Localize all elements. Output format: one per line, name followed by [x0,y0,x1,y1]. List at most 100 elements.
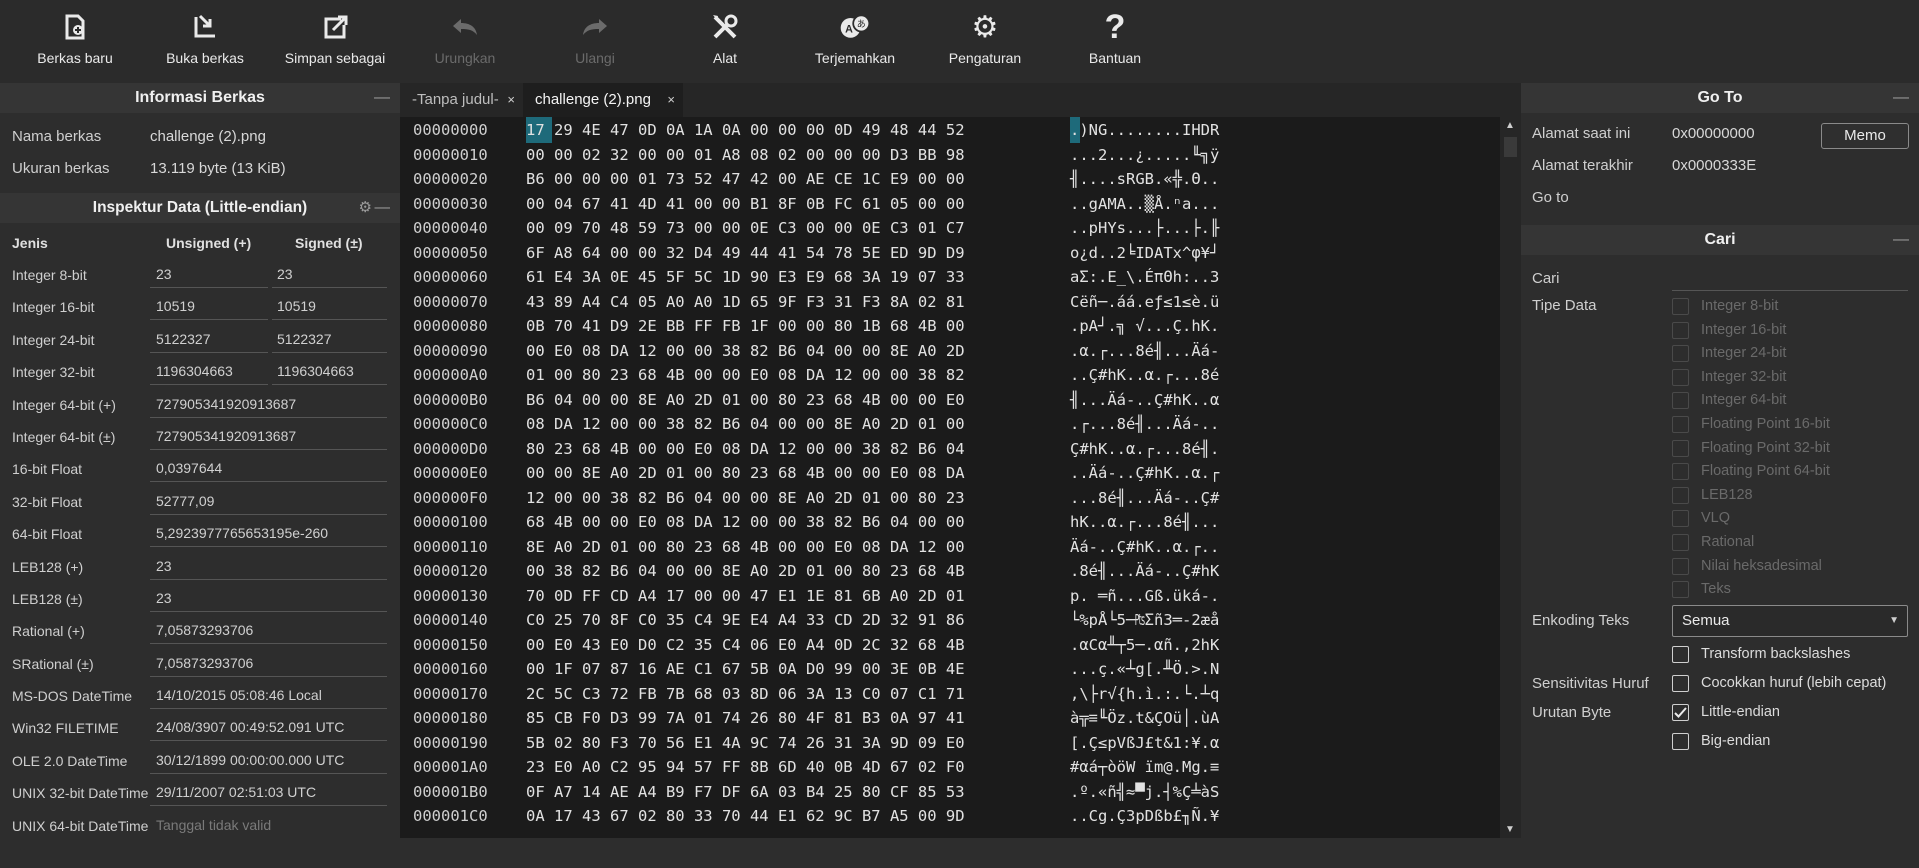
inspector-value[interactable]: 14/10/2015 05:08:46 Local [150,682,387,710]
hex-ascii[interactable]: .pA┘.╗ √...Ç.hK. [1070,313,1219,339]
hex-ascii[interactable]: .)NG........IHDR [1070,117,1219,143]
hex-bytes[interactable]: 00 E0 43 E0 D0 C2 35 C4 06 E0 A4 0D 2C 3… [526,632,965,658]
data-type-checkbox[interactable] [1672,533,1689,551]
collapse-icon[interactable]: — [374,83,390,113]
inspector-value[interactable]: 727905341920913687 [150,391,387,418]
hex-bytes[interactable]: B6 00 00 00 01 73 52 47 42 00 AE CE 1C E… [526,166,965,192]
data-type-checkbox[interactable] [1672,510,1689,528]
hex-ascii[interactable]: aΣ:.E_\.ÉπΘh:..3 [1070,264,1219,290]
vertical-scrollbar[interactable]: ▲ ▼ [1500,117,1521,838]
collapse-icon[interactable]: — [375,193,391,223]
hex-bytes[interactable]: 43 89 A4 C4 05 A0 A0 1D 65 9F F3 31 F3 8… [526,289,965,315]
hex-ascii[interactable]: #αá┬òöW ïm@.Mg.≡ [1070,754,1219,780]
hex-bytes[interactable]: 2C 5C C3 72 FB 7B 68 03 8D 06 3A 13 C0 0… [526,681,965,707]
hex-ascii[interactable]: ..gAMA..▒Å.ⁿa... [1070,191,1219,217]
data-type-checkbox[interactable] [1672,368,1689,386]
hex-ascii[interactable]: ...ç.«┴g[.╨Ö.>.N [1070,656,1219,682]
inspector-value[interactable]: Tanggal tidak valid [150,812,387,838]
redo-button[interactable]: Ulangi [550,0,640,83]
hex-ascii[interactable]: ..Ç#hK..α.┌...8é [1070,362,1219,388]
transform-checkbox[interactable] [1672,645,1689,663]
gear-icon[interactable]: ⚙ [359,193,372,223]
hex-ascii[interactable]: ,\├r√{h.ì.:.└.┴q [1070,681,1219,707]
hex-ascii[interactable]: Ç#hK..α.┌...8é╢. [1070,436,1219,462]
hex-ascii[interactable]: ╢...Äá-..Ç#hK..α [1070,387,1219,413]
hex-ascii[interactable]: └%pÅ└5─₧Σñ3═-2æå [1070,607,1219,633]
case-checkbox[interactable] [1672,674,1689,692]
tab-challenge[interactable]: challenge (2).png × [523,83,683,117]
hex-bytes[interactable]: B6 04 00 00 8E A0 2D 01 00 80 23 68 4B 0… [526,387,965,413]
new-file-button[interactable]: Berkas baru [30,0,120,83]
inspector-value[interactable]: 5,2923977765653195e-260 [150,520,387,548]
hex-ascii[interactable]: Äá-..Ç#hK..α.┌.. [1070,534,1219,560]
hex-bytes[interactable]: 01 00 80 23 68 4B 00 00 E0 08 DA 12 00 0… [526,362,965,388]
hex-ascii[interactable]: ..pHYs...├...├.╟ [1070,215,1219,241]
inspector-value[interactable]: 29/11/2007 02:51:03 UTC [150,779,387,807]
unsigned-value[interactable]: 1196304663 [150,358,268,386]
inspector-value[interactable]: 23 [150,585,387,612]
collapse-icon[interactable]: — [1893,225,1909,255]
hex-bytes[interactable]: 00 1F 07 87 16 AE C1 67 5B 0A D0 99 00 3… [526,656,965,682]
data-type-checkbox[interactable] [1672,439,1689,457]
hex-ascii[interactable]: ╢....sRGB.«╬.Θ.. [1070,166,1219,192]
inspector-value[interactable]: 24/08/3907 00:49:52.091 UTC [150,714,387,742]
inspector-value[interactable]: 7,05873293706 [150,650,387,677]
inspector-value[interactable]: 30/12/1899 00:00:00.000 UTC [150,747,387,774]
scroll-up-icon[interactable]: ▲ [1505,120,1515,131]
hex-bytes[interactable]: 0F A7 14 AE A4 B9 F7 DF 6A 03 B4 25 80 C… [526,779,965,805]
search-input[interactable] [1672,290,1908,291]
hex-ascii[interactable]: p. ═ñ...Gß.üká-. [1070,583,1219,609]
hex-ascii[interactable]: o¿d..2╘IDATx^φ¥┘ [1070,240,1219,266]
data-type-checkbox[interactable] [1672,557,1689,575]
save-as-button[interactable]: Simpan sebagai [283,0,387,83]
inspector-value[interactable]: 23 [150,553,387,580]
hex-bytes[interactable]: 00 E0 08 DA 12 00 00 38 82 B6 04 00 00 8… [526,338,965,364]
settings-button[interactable]: ⚙ Pengaturan [940,0,1030,83]
data-type-checkbox[interactable] [1672,392,1689,410]
hex-editor[interactable]: 00000000 17 29 4E 47 0D 0A 1A 0A 00 00 00… [400,117,1500,838]
hex-ascii[interactable]: .┌...8é╢...Äá-.. [1070,411,1219,437]
open-file-button[interactable]: Buka berkas [160,0,250,83]
hex-bytes[interactable]: 61 E4 3A 0E 45 5F 5C 1D 90 E3 E9 68 3A 1… [526,264,965,290]
inspector-value[interactable]: 0,0397644 [150,455,387,483]
little-endian-checkbox[interactable] [1672,703,1689,721]
hex-bytes[interactable]: 12 00 00 38 82 B6 04 00 00 8E A0 2D 01 0… [526,485,965,511]
hex-ascii[interactable]: .º.«ñ╣≈▀j.┤%Ç╧àS [1070,779,1219,805]
hex-bytes[interactable]: 23 E0 A0 C2 95 94 57 FF 8B 6D 40 0B 4D 6… [526,754,965,780]
unsigned-value[interactable]: 10519 [150,293,268,321]
encoding-select[interactable]: Semua ▼ [1672,604,1908,637]
signed-value[interactable]: 1196304663 [272,358,387,386]
hex-ascii[interactable]: .αCα╨┬5─.αñ.,2hK [1070,632,1219,658]
data-type-checkbox[interactable] [1672,298,1689,315]
hex-bytes[interactable]: C0 25 70 8F C0 35 C4 9E E4 A4 33 CD 2D 3… [526,607,965,633]
hex-ascii[interactable]: ...8é╢...Äá-..Ç# [1070,485,1219,511]
memo-button[interactable]: Memo [1821,123,1909,149]
tools-button[interactable]: Alat [680,0,770,83]
data-type-checkbox[interactable] [1672,415,1689,433]
data-type-checkbox[interactable] [1672,581,1689,599]
hex-ascii[interactable]: à╦≡╙Öz.t&ÇOü│.ùA [1070,705,1219,731]
hex-bytes[interactable]: 08 DA 12 00 00 38 82 B6 04 00 00 8E A0 2… [526,411,965,437]
hex-bytes[interactable]: 8E A0 2D 01 00 80 23 68 4B 00 00 E0 08 D… [526,534,965,560]
hex-ascii[interactable]: hK..α.┌...8é╢... [1070,509,1219,535]
hex-bytes[interactable]: 0B 70 41 D9 2E BB FF FB 1F 00 00 80 1B 6… [526,313,965,339]
data-type-checkbox[interactable] [1672,486,1689,504]
tab-untitled[interactable]: -Tanpa judul- × [400,83,523,117]
collapse-icon[interactable]: — [1893,83,1909,113]
hex-bytes[interactable]: 85 CB F0 D3 99 7A 01 74 26 80 4F 81 B3 0… [526,705,965,731]
translate-button[interactable]: Aあ Terjemahkan [810,0,900,83]
hex-ascii[interactable]: [.Ç≤pVßJ£t&1:¥.α [1070,730,1219,756]
unsigned-value[interactable]: 23 [150,261,268,288]
close-icon[interactable]: × [507,83,515,117]
hex-bytes[interactable]: 70 0D FF CD A4 17 00 00 47 E1 1E 81 6B A… [526,583,965,609]
hex-ascii[interactable]: ...2...¿.....╙╗ÿ [1070,142,1219,168]
unsigned-value[interactable]: 5122327 [150,326,268,353]
hex-ascii[interactable]: .8é╢...Äá-..Ç#hK [1070,558,1219,584]
hex-bytes[interactable]: 00 04 67 41 4D 41 00 00 B1 8F 0B FC 61 0… [526,191,965,217]
inspector-value[interactable]: 7,05873293706 [150,617,387,645]
undo-button[interactable]: Urungkan [420,0,510,83]
scrollbar-thumb[interactable] [1504,137,1517,157]
inspector-value[interactable]: 52777,09 [150,488,387,515]
big-endian-checkbox[interactable] [1672,732,1689,750]
hex-bytes[interactable]: 0A 17 43 67 02 80 33 70 44 E1 62 9C B7 A… [526,803,965,829]
